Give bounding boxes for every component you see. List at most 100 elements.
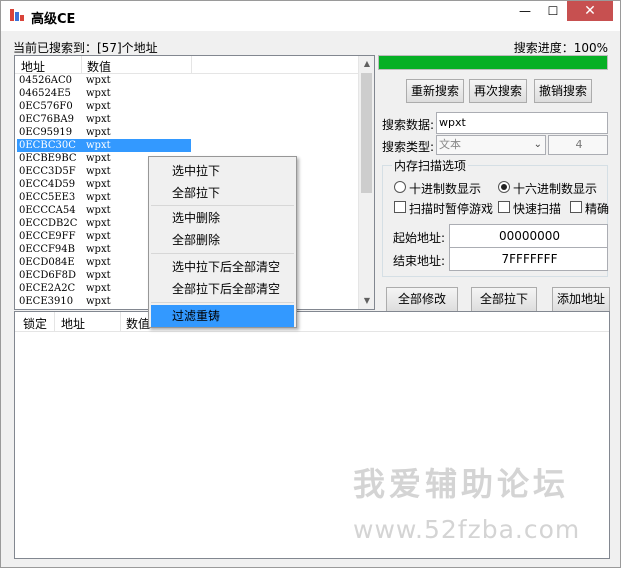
pull-all-button[interactable]: 全部拉下 (471, 287, 537, 312)
menu-item-pull-all-clear[interactable]: 全部拉下后全部清空 (151, 278, 294, 300)
search-type-label: 搜索类型: (382, 140, 435, 154)
close-button[interactable]: ✕ (567, 1, 613, 21)
decimal-display-label[interactable]: 十进制数显示 (409, 180, 481, 197)
row-value: wpxt (86, 218, 111, 229)
row-value: wpxt (86, 166, 111, 177)
menu-item-pull-all[interactable]: 全部拉下 (151, 182, 294, 204)
row-value: wpxt (86, 205, 111, 216)
table-row[interactable]: 0ECBC30C wpxt (15, 139, 359, 152)
saved-list-header: 锁定 地址 数值 (15, 312, 609, 332)
add-address-button[interactable]: 添加地址 (552, 287, 610, 312)
column-separator[interactable] (120, 312, 121, 331)
row-address: 0ECBE9BC (19, 153, 77, 164)
cancel-search-button[interactable]: 撤销搜索 (534, 79, 592, 103)
row-address: 0EC95919 (19, 127, 73, 138)
row-address: 0ECCDB2C (19, 218, 78, 229)
fast-scan-checkbox[interactable] (498, 201, 510, 213)
exact-checkbox[interactable] (570, 201, 582, 213)
menu-item-delete-all[interactable]: 全部删除 (151, 229, 294, 251)
hex-display-label[interactable]: 十六进制数显示 (513, 180, 597, 197)
search-progress-label: 搜索进度：100% (513, 41, 608, 55)
row-value: wpxt (86, 179, 111, 190)
column-header-value[interactable]: 数值 (126, 315, 150, 332)
end-address-input[interactable]: 7FFFFFFF (449, 247, 608, 271)
scroll-up-arrow-icon[interactable]: ▲ (359, 56, 374, 72)
window-title: 高级CE (31, 12, 76, 27)
row-value: wpxt (86, 101, 111, 112)
row-address: 0ECD084E (19, 257, 75, 268)
exact-label[interactable]: 精确 (585, 200, 609, 217)
results-scrollbar[interactable]: ▲ ▼ (358, 56, 374, 309)
search-data-label: 搜索数据: (382, 118, 435, 132)
menu-divider (151, 253, 294, 254)
menu-item-filter-recast[interactable]: 过滤重铸 (151, 305, 294, 327)
row-value: wpxt (86, 75, 111, 86)
row-value: wpxt (86, 296, 111, 307)
scroll-down-arrow-icon[interactable]: ▼ (359, 293, 374, 309)
title-bar[interactable]: 高级CE — ☐ ✕ (1, 1, 620, 31)
column-header-address[interactable]: 地址 (61, 315, 85, 332)
row-value: wpxt (86, 114, 111, 125)
row-value: wpxt (86, 153, 111, 164)
column-header-address[interactable]: 地址 (21, 58, 45, 75)
column-header-value[interactable]: 数值 (87, 58, 111, 75)
table-row[interactable]: 0EC95919 wpxt (15, 126, 359, 139)
search-progress-bar (378, 55, 608, 70)
row-address: 0ECC3D5F (19, 166, 76, 177)
decimal-display-radio[interactable] (394, 181, 406, 193)
hex-display-radio[interactable] (498, 181, 510, 193)
end-address-label: 结束地址: (393, 254, 446, 268)
pause-game-label[interactable]: 扫描时暂停游戏 (409, 200, 493, 217)
row-value: wpxt (86, 127, 111, 138)
row-address: 0ECBC30C (19, 140, 76, 151)
row-address: 0EC76BA9 (19, 114, 74, 125)
maximize-button[interactable]: ☐ (539, 1, 567, 21)
scan-options-title: 内存扫描选项 (392, 157, 469, 174)
column-separator[interactable] (81, 56, 82, 73)
row-value: wpxt (86, 283, 111, 294)
table-row[interactable]: 0EC76BA9 wpxt (15, 113, 359, 126)
table-row[interactable]: 04526AC0 wpxt (15, 74, 359, 87)
row-value: wpxt (86, 192, 111, 203)
menu-divider (151, 205, 294, 206)
menu-item-delete-selected[interactable]: 选中删除 (151, 207, 294, 229)
fast-scan-label[interactable]: 快速扫描 (513, 200, 561, 217)
chevron-down-icon[interactable]: ⌄ (534, 136, 542, 154)
start-address-label: 起始地址: (393, 231, 446, 245)
row-address: 0ECC5EE3 (19, 192, 76, 203)
scroll-thumb[interactable] (361, 73, 372, 193)
search-type-value: 文本 (439, 138, 461, 151)
app-icon (9, 7, 25, 23)
row-value: wpxt (86, 140, 111, 151)
row-value: wpxt (86, 244, 111, 255)
start-address-input[interactable]: 00000000 (449, 224, 608, 248)
row-value: wpxt (86, 257, 111, 268)
research-button[interactable]: 重新搜索 (406, 79, 464, 103)
row-value: wpxt (86, 270, 111, 281)
watermark-title: 我爱辅助论坛 (353, 465, 570, 503)
menu-item-select-pull-clear[interactable]: 选中拉下后全部清空 (151, 256, 294, 278)
row-address: 0ECCE9FF (19, 231, 76, 242)
menu-divider (151, 302, 294, 303)
row-address: 0EC576F0 (19, 101, 73, 112)
row-address: 0ECD6F8D (19, 270, 77, 281)
search-type-select[interactable]: 文本 ⌄ (436, 135, 546, 155)
table-row[interactable]: 046524E5 wpxt (15, 87, 359, 100)
modify-all-button[interactable]: 全部修改 (386, 287, 458, 312)
row-address: 0ECCCA54 (19, 205, 76, 216)
minimize-button[interactable]: — (511, 1, 539, 21)
pause-game-checkbox[interactable] (394, 201, 406, 213)
row-address: 046524E5 (19, 88, 71, 99)
row-value: wpxt (86, 231, 111, 242)
menu-item-select-pull[interactable]: 选中拉下 (151, 160, 294, 182)
search-data-input[interactable]: wpxt (436, 112, 608, 134)
search-length-field[interactable]: 4 (548, 135, 608, 155)
column-separator[interactable] (191, 56, 192, 73)
table-row[interactable]: 0EC576F0 wpxt (15, 100, 359, 113)
column-separator[interactable] (54, 312, 55, 331)
column-header-lock[interactable]: 锁定 (23, 315, 47, 332)
search-again-button[interactable]: 再次搜索 (469, 79, 527, 103)
row-address: 04526AC0 (19, 75, 73, 86)
main-window: 高级CE — ☐ ✕ 当前已搜索到：[57]个地址 搜索进度：100% 地址 数… (0, 0, 621, 568)
row-address: 0ECCF94B (19, 244, 75, 255)
